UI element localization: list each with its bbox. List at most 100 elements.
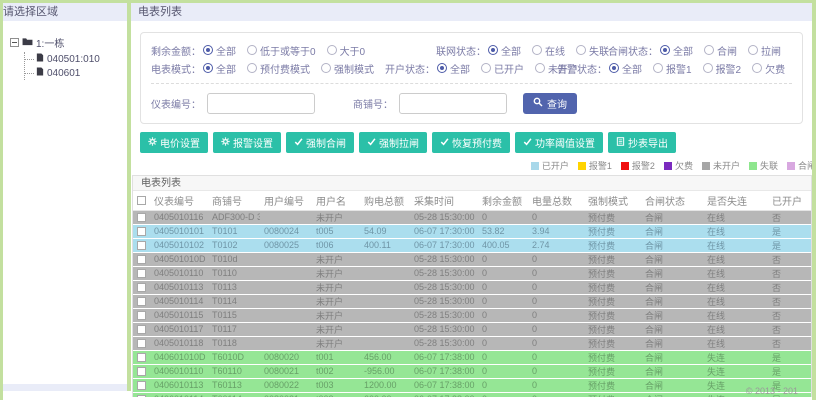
tree-root-node[interactable]: 1:一栋 [10, 35, 123, 50]
query-button[interactable]: 查询 [523, 93, 577, 114]
table-cell: 在线 [703, 294, 768, 309]
row-checkbox[interactable] [137, 213, 146, 223]
table-cell: 是 [768, 364, 811, 379]
sidebar-title: 请选择区域 [3, 6, 58, 18]
table-cell: 0 [528, 392, 584, 397]
table-row: 0405010101 T0101 0080024 t005 54.09 06-07 17:… [133, 224, 811, 239]
radio-option[interactable]: 全部 [660, 43, 693, 58]
radio-option[interactable]: 全部 [609, 61, 642, 76]
table-cell: 否 [768, 280, 811, 295]
radio-option-label: 在线 [545, 46, 565, 58]
radio-option[interactable]: 报警1 [653, 61, 692, 76]
sidebar-header: 请选择区域 [3, 3, 127, 21]
radio-option[interactable]: 报警2 [702, 61, 741, 76]
check-icon [367, 137, 376, 149]
table-cell [260, 294, 312, 309]
sidebar-horizontal-scrollbar[interactable] [3, 384, 127, 391]
table-cell: 2.74 [528, 238, 584, 253]
filter-box: 剩余金额： 全部 低于或等于0 大于0 联网状态： 全部 在线 失联 合闸状态： 全部 合闸 拉闸 电表… [140, 32, 803, 124]
shop-no-input[interactable] [399, 93, 507, 114]
toolbar-button[interactable]: 强制拉闸 [359, 132, 427, 153]
row-checkbox[interactable] [137, 227, 146, 237]
table-cell: 54.09 [360, 224, 410, 239]
row-checkbox[interactable] [137, 353, 146, 363]
row-checkbox[interactable] [137, 255, 146, 265]
radio-option-label: 拉闸 [761, 46, 781, 58]
table-row: 0405010102 T0102 0080025 t006 400.11 06-07 17… [133, 238, 811, 253]
table-header-row: 仪表编号 商铺号 用户编号 用户名 购电总额 采集时间 剩余金额 电量总数 强制模式 合闸状态 是否… [133, 191, 811, 211]
select-all-checkbox[interactable] [137, 195, 146, 205]
radio-icon [702, 63, 713, 73]
row-checkbox[interactable] [137, 311, 146, 321]
radio-option-label: 已开户 [494, 64, 524, 76]
table-cell [260, 210, 312, 225]
toolbar-button[interactable]: 电价设置 [140, 132, 208, 153]
tree-collapse-icon[interactable] [10, 38, 19, 47]
table-cell: 0405010118 [150, 336, 208, 351]
radio-option[interactable]: 失联 [576, 43, 609, 58]
radio-option[interactable]: 低于或等于0 [247, 43, 316, 58]
table-cell: T0101 [208, 224, 260, 239]
legend-label: 欠费 [674, 161, 693, 171]
toolbar-button[interactable]: 报警设置 [213, 132, 281, 153]
row-checkbox-cell [133, 238, 150, 253]
radio-option[interactable]: 全部 [203, 43, 236, 58]
legend-item: 欠费 [663, 159, 693, 172]
header-checkbox-cell [133, 191, 150, 211]
radio-option[interactable]: 预付费模式 [247, 61, 310, 76]
row-checkbox[interactable] [137, 367, 146, 377]
radio-option[interactable]: 在线 [532, 43, 565, 58]
row-checkbox[interactable] [137, 381, 146, 391]
legend-swatch [701, 161, 710, 170]
radio-icon [326, 45, 337, 55]
radio-option[interactable]: 拉闸 [748, 43, 781, 58]
radio-option[interactable]: 全部 [488, 43, 521, 58]
radio-option[interactable]: 欠费 [752, 61, 785, 76]
row-checkbox[interactable] [137, 395, 146, 397]
meter-no-input[interactable] [207, 93, 315, 114]
sidebar: 请选择区域 1:一栋 040501:010 040601 [3, 3, 127, 391]
table-cell: T60110 [208, 364, 260, 379]
toolbar-button-label: 恢复预付费 [452, 139, 502, 150]
table-cell: 合闸 [641, 238, 703, 253]
filter-divider [151, 83, 792, 84]
tree-item[interactable]: 040501:010 [25, 52, 123, 66]
row-checkbox-cell [133, 210, 150, 225]
legend-item: 合闸 [786, 159, 812, 172]
table-cell: 0405010113 [150, 280, 208, 295]
row-checkbox[interactable] [137, 325, 146, 335]
radio-option[interactable]: 已开户 [481, 61, 524, 76]
table-cell: 预付费 [584, 210, 641, 225]
legend-item: 报警1 [577, 159, 612, 172]
column-header: 仪表编号 [150, 191, 208, 211]
table-cell: 0 [528, 266, 584, 281]
toolbar-button[interactable]: 功率阈值设置 [515, 132, 603, 153]
table-cell [360, 252, 410, 267]
table-cell: t002 [312, 364, 360, 379]
row-checkbox[interactable] [137, 339, 146, 349]
row-checkbox[interactable] [137, 241, 146, 251]
radio-option[interactable]: 合闸 [704, 43, 737, 58]
table-cell: 预付费 [584, 350, 641, 365]
radio-option[interactable]: 全部 [203, 61, 236, 76]
table-cell: 预付费 [584, 336, 641, 351]
legend-item: 未开户 [701, 159, 740, 172]
row-checkbox[interactable] [137, 297, 146, 307]
tree-item[interactable]: 040601 [25, 66, 123, 80]
table-cell: 预付费 [584, 308, 641, 323]
tree-children: 040501:010 040601 [24, 52, 123, 80]
toolbar-button[interactable]: 恢复预付费 [432, 132, 510, 153]
toolbar-button[interactable]: 抄表导出 [608, 132, 676, 153]
table-cell: T60114 [208, 392, 260, 397]
radio-option[interactable]: 全部 [437, 61, 470, 76]
table-cell: 06-07 17:38:00 [410, 378, 478, 393]
toolbar-button[interactable]: 强制合闸 [286, 132, 354, 153]
table-cell: 05-28 15:30:00 [410, 308, 478, 323]
radio-option[interactable]: 强制模式 [321, 61, 374, 76]
table-cell: 040601010D [150, 350, 208, 365]
row-checkbox[interactable] [137, 269, 146, 279]
radio-option[interactable]: 大于0 [326, 43, 365, 58]
row-checkbox[interactable] [137, 283, 146, 293]
legend-item: 失联 [748, 159, 778, 172]
table-row: 0406010114T601140080021t002600.0006-07 1… [133, 392, 811, 397]
